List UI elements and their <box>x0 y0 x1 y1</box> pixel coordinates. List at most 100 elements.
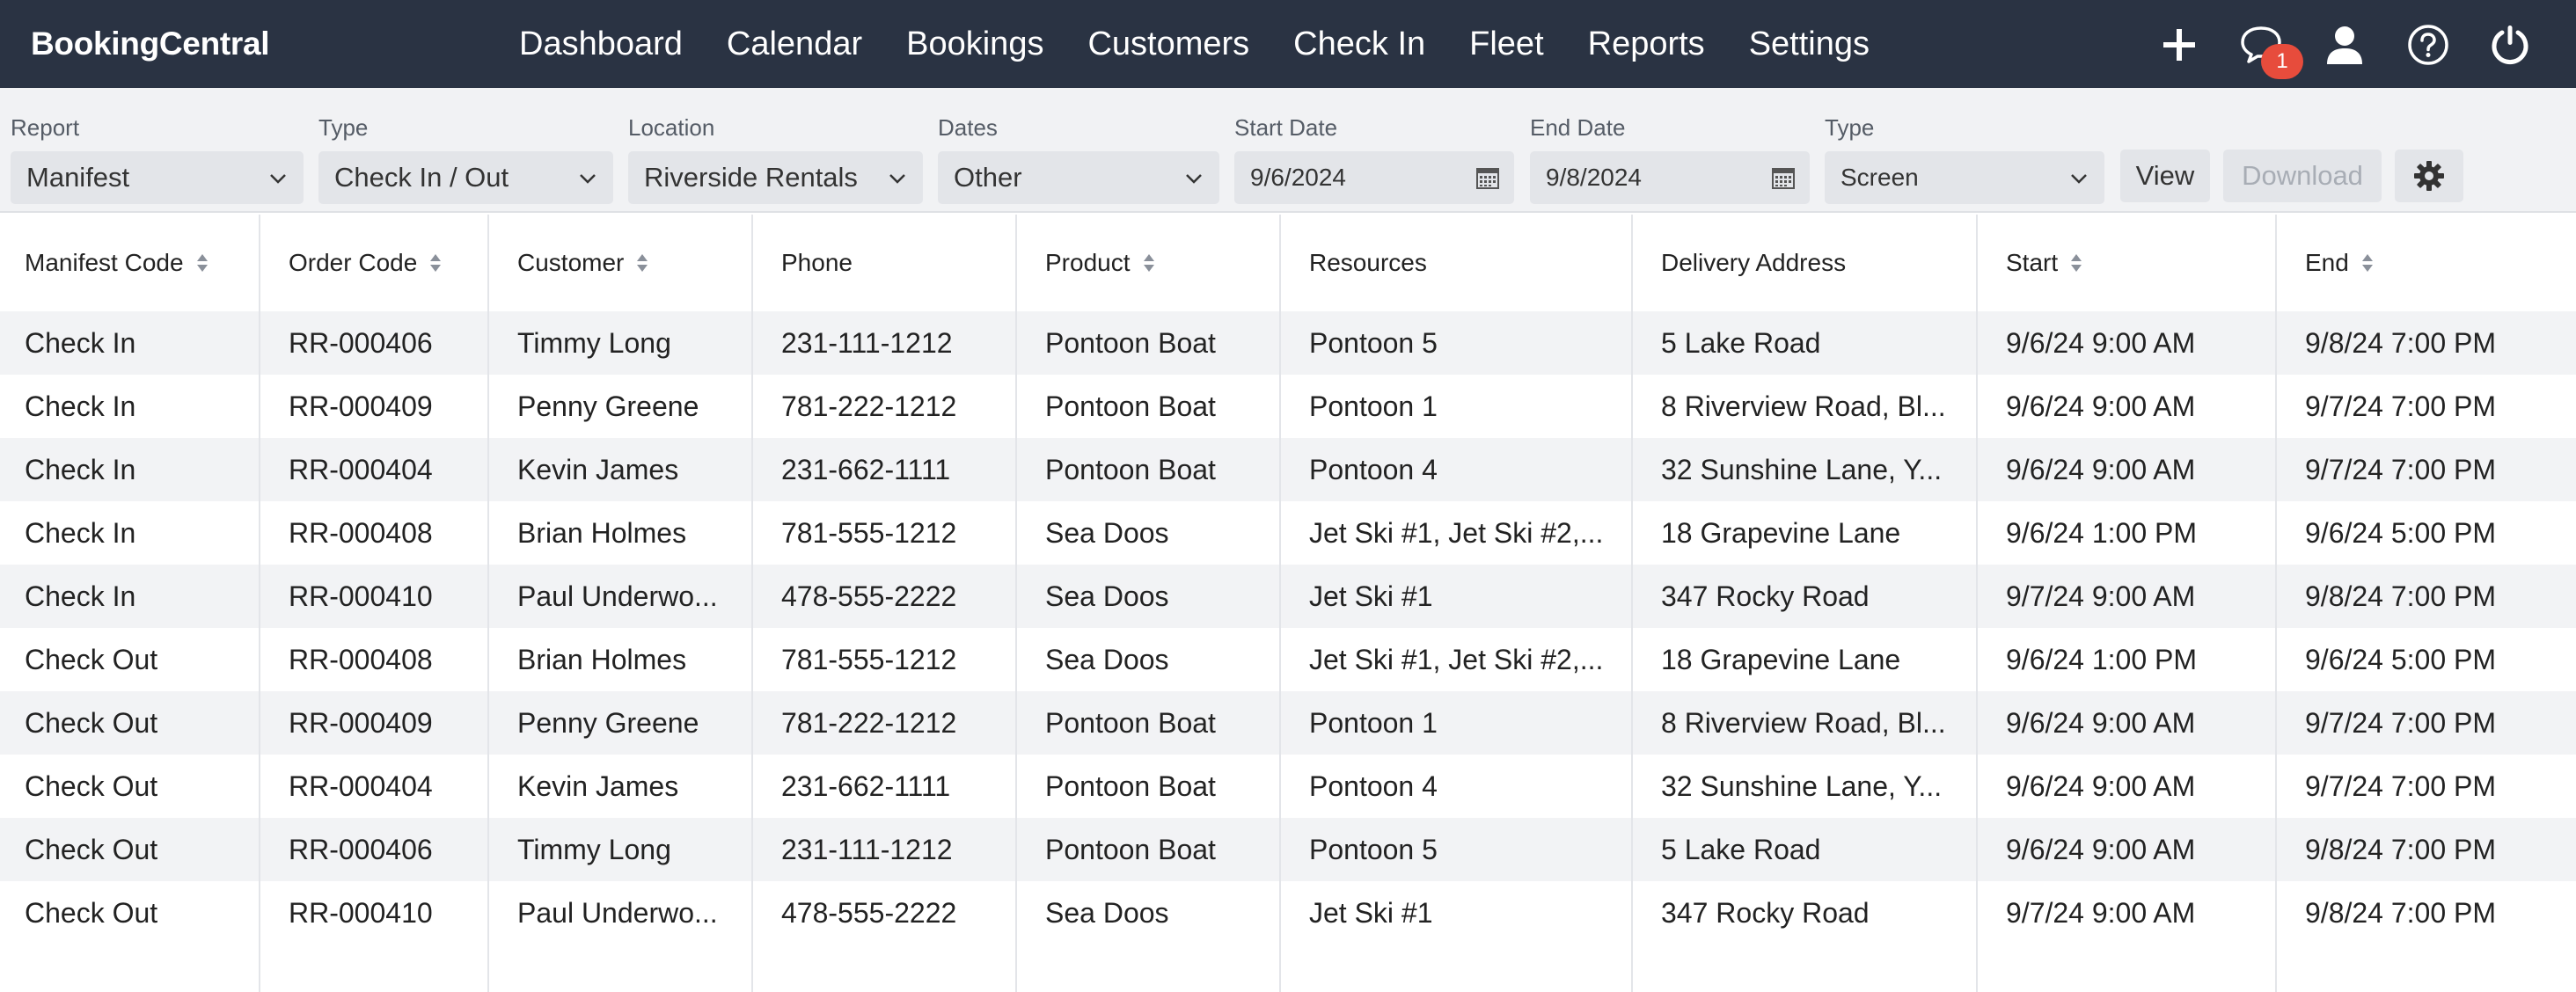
order-code-cell[interactable]: RR-000410 <box>289 565 482 628</box>
start-cell: 9/6/24 9:00 AM <box>2006 390 2196 422</box>
phone-cell: 231-111-1212 <box>781 326 953 359</box>
header-end-label: End <box>2305 249 2349 276</box>
settings-button[interactable] <box>2395 150 2463 202</box>
table-row[interactable]: Check In RR-000406 Timmy Long 231-111-12… <box>0 311 2576 375</box>
header-product-label: Product <box>1045 249 1131 276</box>
header-customer[interactable]: Customer <box>517 215 648 311</box>
header-manifest-code-label: Manifest Code <box>25 249 184 276</box>
header-start-label: Start <box>2006 249 2059 276</box>
end-cell: 9/7/24 7:00 PM <box>2305 770 2497 802</box>
download-button[interactable]: Download <box>2223 150 2382 202</box>
nav-reports[interactable]: Reports <box>1588 26 1705 63</box>
order-code-cell[interactable]: RR-000404 <box>289 755 482 818</box>
resources-cell: Pontoon 4 <box>1309 770 1438 802</box>
output-type-select[interactable]: Screen <box>1825 151 2104 204</box>
nav-calendar[interactable]: Calendar <box>727 26 862 63</box>
resources-cell: Jet Ski #1 <box>1309 580 1433 612</box>
phone-cell: 781-555-1212 <box>781 643 957 675</box>
start-cell: 9/6/24 1:00 PM <box>2006 516 2198 549</box>
report-filter-bar: Report Manifest Type Check In / Out Loca… <box>0 88 2576 213</box>
table-row[interactable]: Check In RR-000410 Paul Underwo... 478-5… <box>0 565 2576 628</box>
start-cell: 9/6/24 1:00 PM <box>2006 643 2198 675</box>
order-code-cell[interactable]: RR-000408 <box>289 501 482 565</box>
end-date-label: End Date <box>1530 114 1626 141</box>
type-select[interactable]: Check In / Out <box>318 151 613 204</box>
delivery-address-cell: 5 Lake Road <box>1661 833 1821 865</box>
customer-cell[interactable]: Kevin James <box>517 438 737 501</box>
customer-cell[interactable]: Timmy Long <box>517 818 737 881</box>
customer-cell[interactable]: Paul Underwo... <box>517 881 737 945</box>
table-row[interactable]: Check In RR-000409 Penny Greene 781-222-… <box>0 375 2576 438</box>
end-cell: 9/7/24 7:00 PM <box>2305 706 2497 739</box>
table-row[interactable]: Check In RR-000408 Brian Holmes 781-555-… <box>0 501 2576 565</box>
start-cell: 9/6/24 9:00 AM <box>2006 833 2196 865</box>
table-row[interactable]: Check Out RR-000410 Paul Underwo... 478-… <box>0 881 2576 945</box>
nav-bookings[interactable]: Bookings <box>906 26 1043 63</box>
sort-icon <box>2361 254 2373 272</box>
plus-icon[interactable] <box>2157 23 2201 67</box>
end-date-value: 9/8/2024 <box>1546 164 1642 191</box>
manifest-code-cell: Check Out <box>25 643 158 675</box>
customer-cell[interactable]: Penny Greene <box>517 691 737 755</box>
table-row[interactable]: Check Out RR-000404 Kevin James 231-662-… <box>0 755 2576 818</box>
manifest-code-cell: Check In <box>25 390 136 422</box>
customer-cell[interactable]: Brian Holmes <box>517 501 737 565</box>
calendar-icon[interactable] <box>1475 165 1500 190</box>
nav-settings[interactable]: Settings <box>1749 26 1870 63</box>
customer-cell[interactable]: Brian Holmes <box>517 628 737 691</box>
column-divider <box>1015 215 1017 992</box>
power-icon[interactable] <box>2488 23 2532 67</box>
calendar-icon[interactable] <box>1771 165 1796 190</box>
header-order-code[interactable]: Order Code <box>289 215 442 311</box>
delivery-address-cell: 18 Grapevine Lane <box>1661 643 1901 675</box>
order-code-cell[interactable]: RR-000409 <box>289 691 482 755</box>
gear-icon <box>2414 161 2444 191</box>
nav-dashboard[interactable]: Dashboard <box>519 26 683 63</box>
customer-cell[interactable]: Kevin James <box>517 755 737 818</box>
nav-fleet[interactable]: Fleet <box>1469 26 1543 63</box>
chevron-down-icon <box>2071 174 2087 184</box>
output-type-label: Type <box>1825 114 1875 141</box>
nav-check-in[interactable]: Check In <box>1293 26 1425 63</box>
view-button[interactable]: View <box>2120 150 2210 202</box>
start-cell: 9/7/24 9:00 AM <box>2006 896 2196 929</box>
nav-customers[interactable]: Customers <box>1087 26 1249 63</box>
end-cell: 9/7/24 7:00 PM <box>2305 453 2497 485</box>
table-row[interactable]: Check Out RR-000406 Timmy Long 231-111-1… <box>0 818 2576 881</box>
header-delivery-address-label: Delivery Address <box>1661 249 1847 276</box>
end-cell: 9/6/24 5:00 PM <box>2305 643 2497 675</box>
report-select[interactable]: Manifest <box>11 151 304 204</box>
end-cell: 9/8/24 7:00 PM <box>2305 326 2497 359</box>
start-date-input[interactable]: 9/6/2024 <box>1234 151 1514 204</box>
customer-cell[interactable]: Paul Underwo... <box>517 565 737 628</box>
user-icon[interactable] <box>2323 23 2367 67</box>
header-delivery-address: Delivery Address <box>1661 215 1846 311</box>
header-manifest-code[interactable]: Manifest Code <box>25 215 209 311</box>
order-code-cell[interactable]: RR-000409 <box>289 375 482 438</box>
main-nav: Dashboard Calendar Bookings Customers Ch… <box>519 0 1914 88</box>
end-date-input[interactable]: 9/8/2024 <box>1530 151 1810 204</box>
table-row[interactable]: Check In RR-000404 Kevin James 231-662-1… <box>0 438 2576 501</box>
phone-cell: 231-662-1111 <box>781 770 951 802</box>
header-end[interactable]: End <box>2305 215 2374 311</box>
brand-logo[interactable]: BookingCentral <box>31 0 270 88</box>
chevron-down-icon <box>1186 174 1202 184</box>
customer-cell[interactable]: Penny Greene <box>517 375 737 438</box>
order-code-cell[interactable]: RR-000406 <box>289 818 482 881</box>
order-code-cell[interactable]: RR-000406 <box>289 311 482 375</box>
phone-cell: 231-111-1212 <box>781 833 953 865</box>
help-icon[interactable] <box>2406 23 2450 67</box>
header-start[interactable]: Start <box>2006 215 2082 311</box>
customer-cell[interactable]: Timmy Long <box>517 311 737 375</box>
dates-select[interactable]: Other <box>938 151 1219 204</box>
order-code-cell[interactable]: RR-000408 <box>289 628 482 691</box>
sort-icon <box>637 254 648 272</box>
location-select[interactable]: Riverside Rentals <box>628 151 923 204</box>
order-code-cell[interactable]: RR-000410 <box>289 881 482 945</box>
delivery-address-cell: 347 Rocky Road <box>1661 580 1870 612</box>
order-code-cell[interactable]: RR-000404 <box>289 438 482 501</box>
delivery-address-cell: 32 Sunshine Lane, Y... <box>1661 770 1943 802</box>
header-product[interactable]: Product <box>1045 215 1155 311</box>
table-row[interactable]: Check Out RR-000409 Penny Greene 781-222… <box>0 691 2576 755</box>
table-row[interactable]: Check Out RR-000408 Brian Holmes 781-555… <box>0 628 2576 691</box>
